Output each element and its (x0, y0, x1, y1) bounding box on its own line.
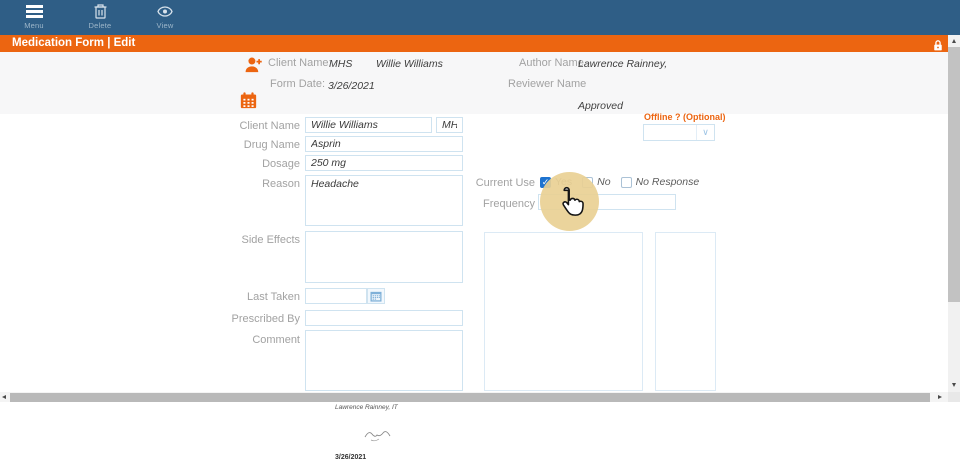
current-use-no-checkbox[interactable]: ✓ (582, 177, 593, 188)
horizontal-scrollbar[interactable] (0, 392, 948, 402)
client-code-input[interactable] (436, 117, 463, 133)
drug-name-input[interactable] (305, 136, 463, 152)
current-use-noresponse-checkbox[interactable]: ✓ (621, 177, 632, 188)
calendar-icon (240, 92, 257, 114)
horizontal-scrollbar-thumb[interactable] (10, 393, 930, 402)
last-taken-input[interactable] (305, 288, 367, 304)
checkmark-icon: ✓ (542, 178, 550, 187)
delete-label: Delete (78, 21, 122, 30)
signature-scribble (362, 428, 392, 449)
menu-label: Menu (14, 21, 54, 30)
view-label: View (146, 21, 184, 30)
view-button[interactable]: View (146, 3, 184, 30)
reason-field-label: Reason (180, 178, 300, 190)
scroll-up-arrow-icon[interactable] (952, 39, 956, 43)
scroll-right-arrow-icon[interactable] (938, 395, 942, 399)
client-person-icon (244, 56, 263, 79)
delete-button[interactable]: Delete (78, 3, 122, 30)
signature-date-text: 3/26/2021 (335, 454, 366, 461)
last-taken-datepicker-button[interactable] (367, 288, 385, 304)
scroll-left-arrow-icon[interactable] (2, 395, 6, 399)
frequency-field-label: Frequency (415, 198, 535, 210)
offline-optional-label: Offline ? (Optional) (644, 112, 726, 122)
header-form-date-label: Form Date: (270, 78, 325, 90)
offline-dropdown-value (644, 125, 696, 140)
vertical-scrollbar-thumb[interactable] (948, 47, 960, 302)
header-reviewer-name-label: Reviewer Name (508, 78, 586, 90)
current-use-noresponse-label: No Response (636, 176, 700, 188)
drug-name-field-label: Drug Name (180, 139, 300, 151)
dosage-input[interactable] (305, 155, 463, 171)
offline-dropdown[interactable]: ∨ (643, 124, 715, 141)
page-title: Medication Form | Edit (12, 35, 135, 52)
header-client-name: Willie Williams (376, 58, 443, 70)
side-effects-textarea[interactable] (305, 231, 463, 283)
side-effects-field-label: Side Effects (180, 234, 300, 246)
trash-icon (78, 3, 122, 20)
current-use-options: ✓ Yes ✓ No ✓ No Response (540, 176, 709, 188)
client-name-field-label: Client Name (180, 120, 300, 132)
right-panel-large (484, 232, 643, 391)
chevron-down-icon[interactable]: ∨ (696, 125, 714, 140)
vertical-scrollbar[interactable] (948, 35, 960, 392)
signed-by-text: Lawrence Rainney, IT (335, 404, 398, 411)
top-toolbar: Menu Delete View (0, 0, 960, 35)
frequency-input[interactable] (538, 194, 676, 210)
header-author-name: Lawrence Rainney, (578, 58, 667, 70)
comment-textarea[interactable] (305, 330, 463, 391)
current-use-no-label: No (597, 176, 610, 188)
header-client-code: MHS (329, 58, 352, 70)
scrollbar-corner (948, 392, 960, 402)
scroll-down-arrow-icon[interactable] (952, 383, 956, 387)
prescribed-by-input[interactable] (305, 310, 463, 326)
current-use-field-label: Current Use (415, 177, 535, 189)
comment-field-label: Comment (180, 334, 300, 346)
menu-button[interactable]: Menu (14, 3, 54, 30)
current-use-yes-label: Yes (555, 176, 572, 188)
header-client-name-label: Client Name: (268, 57, 332, 69)
eye-icon (146, 3, 184, 20)
datepicker-calendar-icon (370, 291, 382, 302)
menu-icon (14, 3, 54, 20)
dosage-field-label: Dosage (180, 158, 300, 170)
header-author-name-label: Author Name (519, 57, 584, 69)
prescribed-by-field-label: Prescribed By (180, 313, 300, 325)
header-approval-status: Approved (578, 100, 623, 112)
last-taken-field-label: Last Taken (180, 291, 300, 303)
medication-form-screen: Menu Delete View Medication Form | Edit (0, 0, 960, 469)
header-form-date: 3/26/2021 (328, 80, 375, 92)
right-panel-small (655, 232, 716, 391)
current-use-yes-checkbox[interactable]: ✓ (540, 177, 551, 188)
client-name-input[interactable] (305, 117, 432, 133)
form-title-bar: Medication Form | Edit (0, 35, 948, 52)
form-header: Client Name: MHS Willie Williams Form Da… (0, 52, 948, 114)
